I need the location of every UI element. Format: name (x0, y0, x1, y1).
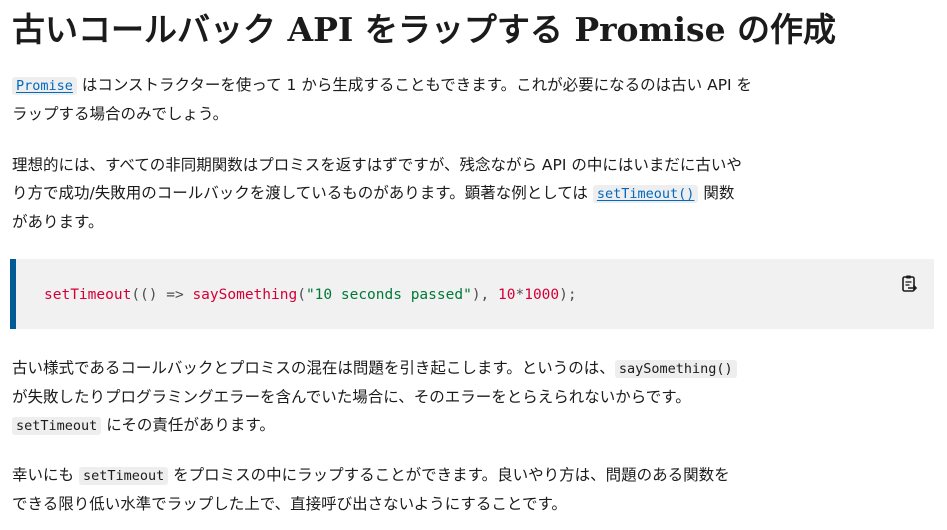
code-token-punctuation: ( (297, 287, 306, 303)
paragraph-text: にその責任があります。 (101, 416, 275, 434)
paragraph-text: ラップする場合のみでしょう。 (12, 105, 229, 123)
paragraph-intro: Promise はコンストラクターを使って 1 から生成することもできます。これ… (12, 71, 772, 128)
inline-code: saySomething() (614, 360, 737, 378)
code-token-operator: * (515, 287, 525, 303)
paragraph-text: はコンストラクターを使って 1 から生成することもできます。これが必要になるのは… (76, 76, 753, 94)
code-token-operator: => (166, 287, 184, 303)
paragraph-text: 古い様式であるコールバックとプロミスの混在は問題を引き起こします。というのは、 (12, 359, 615, 377)
copy-code-button[interactable] (898, 273, 920, 295)
code-token-function: saySomething (192, 287, 298, 303)
code-token-string: "10 seconds passed" (305, 287, 472, 303)
paragraph-line: 古い様式であるコールバックとプロミスの混在は問題を引き起こします。というのは、 s… (12, 354, 772, 383)
paragraph-wrap: 幸いにも setTimeout をプロミスの中にラップすることができます。良いや… (12, 461, 772, 518)
paragraph-text: できる限り低い水準でラップした上で、直接呼び出さないようにすることです。 (12, 495, 567, 513)
paragraph-text: 理想的には、すべての非同期関数はプロミスを返すはずですが、残念ながら API の… (12, 156, 742, 174)
code-token-function: setTimeout (44, 287, 132, 303)
inline-code: setTimeout (12, 417, 102, 435)
code-line[interactable]: setTimeout(() => saySomething("10 second… (44, 285, 577, 305)
code-example: setTimeout(() => saySomething("10 second… (10, 259, 934, 329)
paragraph-text: 幸いにも (12, 466, 79, 484)
paragraph-ideal: 理想的には、すべての非同期関数はプロミスを返すはずですが、残念ながら API の… (12, 151, 772, 236)
paragraph-line: setTimeout にその責任があります。 (12, 411, 772, 440)
paragraph-text: 関数 (698, 184, 735, 202)
paragraph-text: が失敗したりプログラミングエラーを含んでいた場合に、そのエラーをとらえられないか… (12, 388, 691, 406)
code-token-punctuation: (() (131, 287, 167, 303)
code-token-number: 1000 (524, 287, 560, 303)
paragraph-text: をプロミスの中にラップすることができます。良いやり方は、問題のある関数を (168, 466, 730, 484)
promise-link[interactable]: Promise (12, 77, 77, 95)
paragraph-line: 幸いにも setTimeout をプロミスの中にラップすることができます。良いや… (12, 461, 772, 490)
paragraph-mixing: 古い様式であるコールバックとプロミスの混在は問題を引き起こします。というのは、 s… (12, 354, 772, 440)
inline-code: setTimeout (78, 467, 169, 485)
page-title: 古いコールバック API をラップする Promise の作成 (12, 10, 837, 49)
paragraph-line: り方で成功/失敗用のコールバックを渡しているものがあります。顕著な例としては s… (12, 179, 772, 208)
article-page: 古いコールバック API をラップする Promise の作成 Promise … (0, 0, 947, 530)
code-token-number: 10 (498, 287, 516, 303)
code-token-punctuation: ), (471, 287, 499, 303)
paragraph-text: り方で成功/失敗用のコールバックを渡しているものがあります。顕著な例としては (12, 184, 593, 202)
code-token-punctuation: ); (559, 287, 577, 303)
paragraph-text: があります。 (12, 213, 104, 231)
clipboard-copy-icon (902, 275, 918, 292)
settimeout-link[interactable]: setTimeout() (592, 185, 699, 203)
paragraph-line: Promise はコンストラクターを使って 1 から生成することもできます。これ… (12, 71, 772, 100)
